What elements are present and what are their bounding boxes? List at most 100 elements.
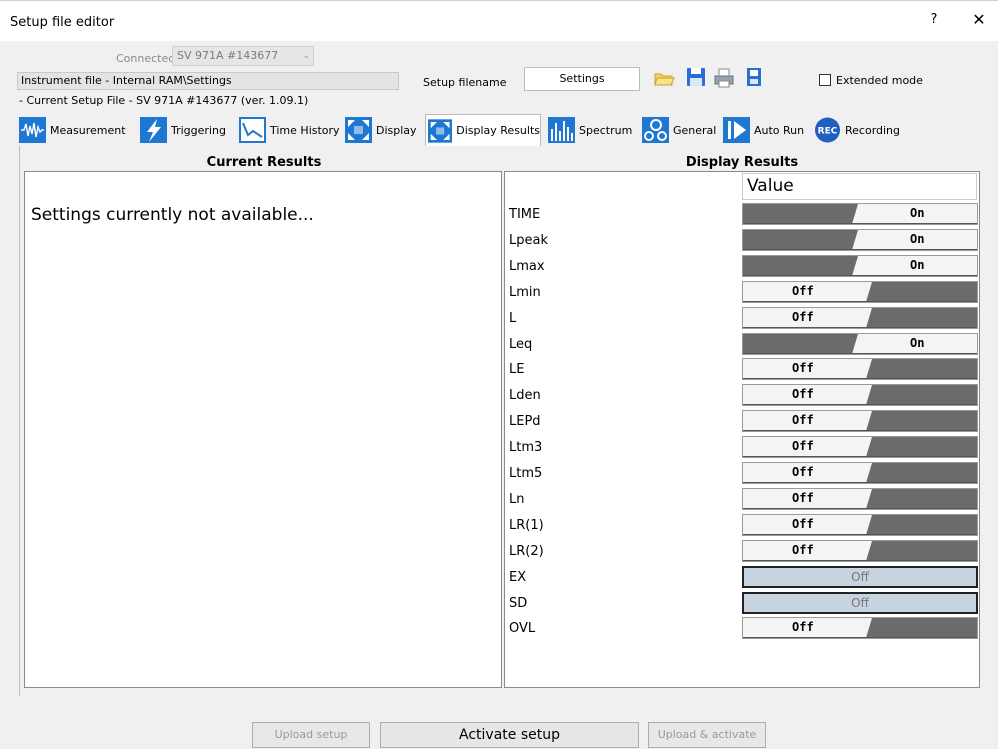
extended-mode-label: Extended mode — [836, 74, 923, 87]
connected-label: Connected — [116, 52, 176, 65]
value-column-header: Value — [742, 173, 977, 200]
result-toggle: Off — [742, 592, 978, 614]
toggle-state-text: Off — [792, 620, 814, 634]
result-toggle[interactable]: On — [742, 203, 978, 225]
help-button[interactable]: ? — [926, 12, 942, 27]
toggle-switch-graphic — [742, 410, 978, 432]
toggle-state-text: Off — [792, 387, 814, 401]
tab-label: Triggering — [171, 123, 226, 137]
result-row-label: Lmax — [509, 259, 545, 274]
tab-label: Measurement — [50, 123, 126, 137]
extended-mode-checkbox[interactable] — [819, 74, 831, 86]
toggle-state-text: Off — [792, 413, 814, 427]
result-toggle[interactable]: Off — [742, 410, 978, 432]
current-results-heading: Current Results — [206, 155, 322, 170]
result-toggle: Off — [742, 566, 978, 588]
upload-setup-button[interactable]: Upload setup — [252, 722, 370, 748]
result-toggle[interactable]: Off — [742, 514, 978, 536]
waveform-icon — [19, 117, 46, 143]
toggle-switch-graphic — [742, 462, 978, 484]
connected-device-select[interactable]: SV 971A #143677 ⌄ — [172, 46, 314, 66]
tab-triggering[interactable]: Triggering — [140, 114, 226, 146]
toggle-state-text: Off — [792, 491, 814, 505]
result-toggle[interactable]: Off — [742, 281, 978, 303]
activate-setup-button[interactable]: Activate setup — [380, 722, 639, 748]
result-toggle[interactable]: Off — [742, 358, 978, 380]
tab-label: Display Results — [456, 124, 540, 137]
tab-label: Auto Run — [754, 123, 805, 137]
toggle-switch-graphic — [742, 540, 978, 562]
result-row-label: Ln — [509, 492, 525, 507]
toggle-switch-graphic — [742, 617, 978, 639]
result-row-label: EX — [509, 570, 527, 585]
close-button[interactable]: ✕ — [970, 10, 988, 29]
open-folder-icon[interactable] — [653, 67, 675, 89]
result-row-label: Lmin — [509, 285, 541, 300]
result-toggle[interactable]: Off — [742, 436, 978, 458]
toggle-switch-graphic — [742, 384, 978, 406]
tab-display-results[interactable]: Display Results — [425, 114, 541, 146]
time-history-icon — [239, 117, 266, 143]
toggle-switch-graphic — [742, 203, 978, 225]
toggle-switch-graphic — [742, 488, 978, 510]
toggle-state-text: Off — [742, 566, 978, 588]
connected-device-value: SV 971A #143677 — [177, 49, 279, 62]
setup-filename-input[interactable]: Settings — [524, 67, 640, 91]
setup-filename-label: Setup filename — [423, 76, 507, 89]
result-toggle[interactable]: Off — [742, 488, 978, 510]
result-row-label: L — [509, 311, 517, 326]
result-row-label: Ltm3 — [509, 440, 543, 455]
tab-measurement[interactable]: Measurement — [19, 114, 126, 146]
tab-recording[interactable]: REC Recording — [814, 114, 900, 146]
print-icon[interactable] — [713, 67, 735, 89]
result-row-label: LEPd — [509, 414, 541, 429]
display-results-icon — [428, 118, 453, 143]
tab-spectrum[interactable]: Spectrum — [548, 114, 632, 146]
result-row-label: LE — [509, 362, 525, 377]
result-toggle[interactable]: Off — [742, 462, 978, 484]
title-bar: Setup file editor ? ✕ — [0, 0, 998, 41]
result-toggle[interactable]: Off — [742, 540, 978, 562]
result-toggle[interactable]: On — [742, 333, 978, 355]
save-as-icon[interactable] — [743, 66, 765, 88]
upload-and-activate-button[interactable]: Upload & activate — [648, 722, 766, 748]
toggle-switch-graphic — [742, 307, 978, 329]
result-toggle[interactable]: Off — [742, 384, 978, 406]
result-row-label: LR(1) — [509, 518, 544, 533]
toggle-state-text: Off — [792, 284, 814, 298]
result-toggle[interactable]: On — [742, 229, 978, 251]
tab-auto-run[interactable]: Auto Run — [723, 114, 804, 146]
current-setup-file-text: - Current Setup File - SV 971A #143677 (… — [19, 94, 309, 107]
toggle-switch-graphic — [742, 281, 978, 303]
toggle-state-text: On — [910, 206, 925, 220]
toggle-switch-graphic — [742, 436, 978, 458]
toggle-state-text: Off — [792, 517, 814, 531]
tab-label: Display — [376, 123, 417, 137]
result-toggle[interactable]: Off — [742, 307, 978, 329]
toggle-state-text: Off — [792, 465, 814, 479]
tab-general[interactable]: General — [642, 114, 716, 146]
toggle-switch-graphic — [742, 255, 978, 277]
toggle-state-text: On — [910, 232, 925, 246]
result-toggle[interactable]: Off — [742, 617, 978, 639]
svg-text:REC: REC — [818, 127, 838, 137]
gears-icon — [642, 117, 669, 143]
result-row-label: Lpeak — [509, 233, 548, 248]
toggle-state-text: Off — [792, 361, 814, 375]
save-icon[interactable] — [685, 66, 707, 88]
tab-bar: Measurement Triggering Time History Disp… — [19, 114, 998, 146]
display-results-heading: Display Results — [685, 155, 799, 170]
tab-time-history[interactable]: Time History — [239, 114, 340, 146]
result-toggle[interactable]: On — [742, 255, 978, 277]
toggle-switch-graphic — [742, 333, 978, 355]
tab-label: General — [673, 123, 717, 137]
toggle-state-text: Off — [792, 310, 814, 324]
result-row-label: Leq — [509, 337, 533, 352]
result-row-label: Lden — [509, 388, 541, 403]
tab-label: Recording — [845, 123, 901, 137]
tab-label: Time History — [270, 123, 340, 137]
chevron-down-icon: ⌄ — [302, 51, 310, 61]
current-results-panel — [24, 171, 502, 688]
tab-display[interactable]: Display — [345, 114, 417, 146]
toggle-state-text: Off — [792, 439, 814, 453]
